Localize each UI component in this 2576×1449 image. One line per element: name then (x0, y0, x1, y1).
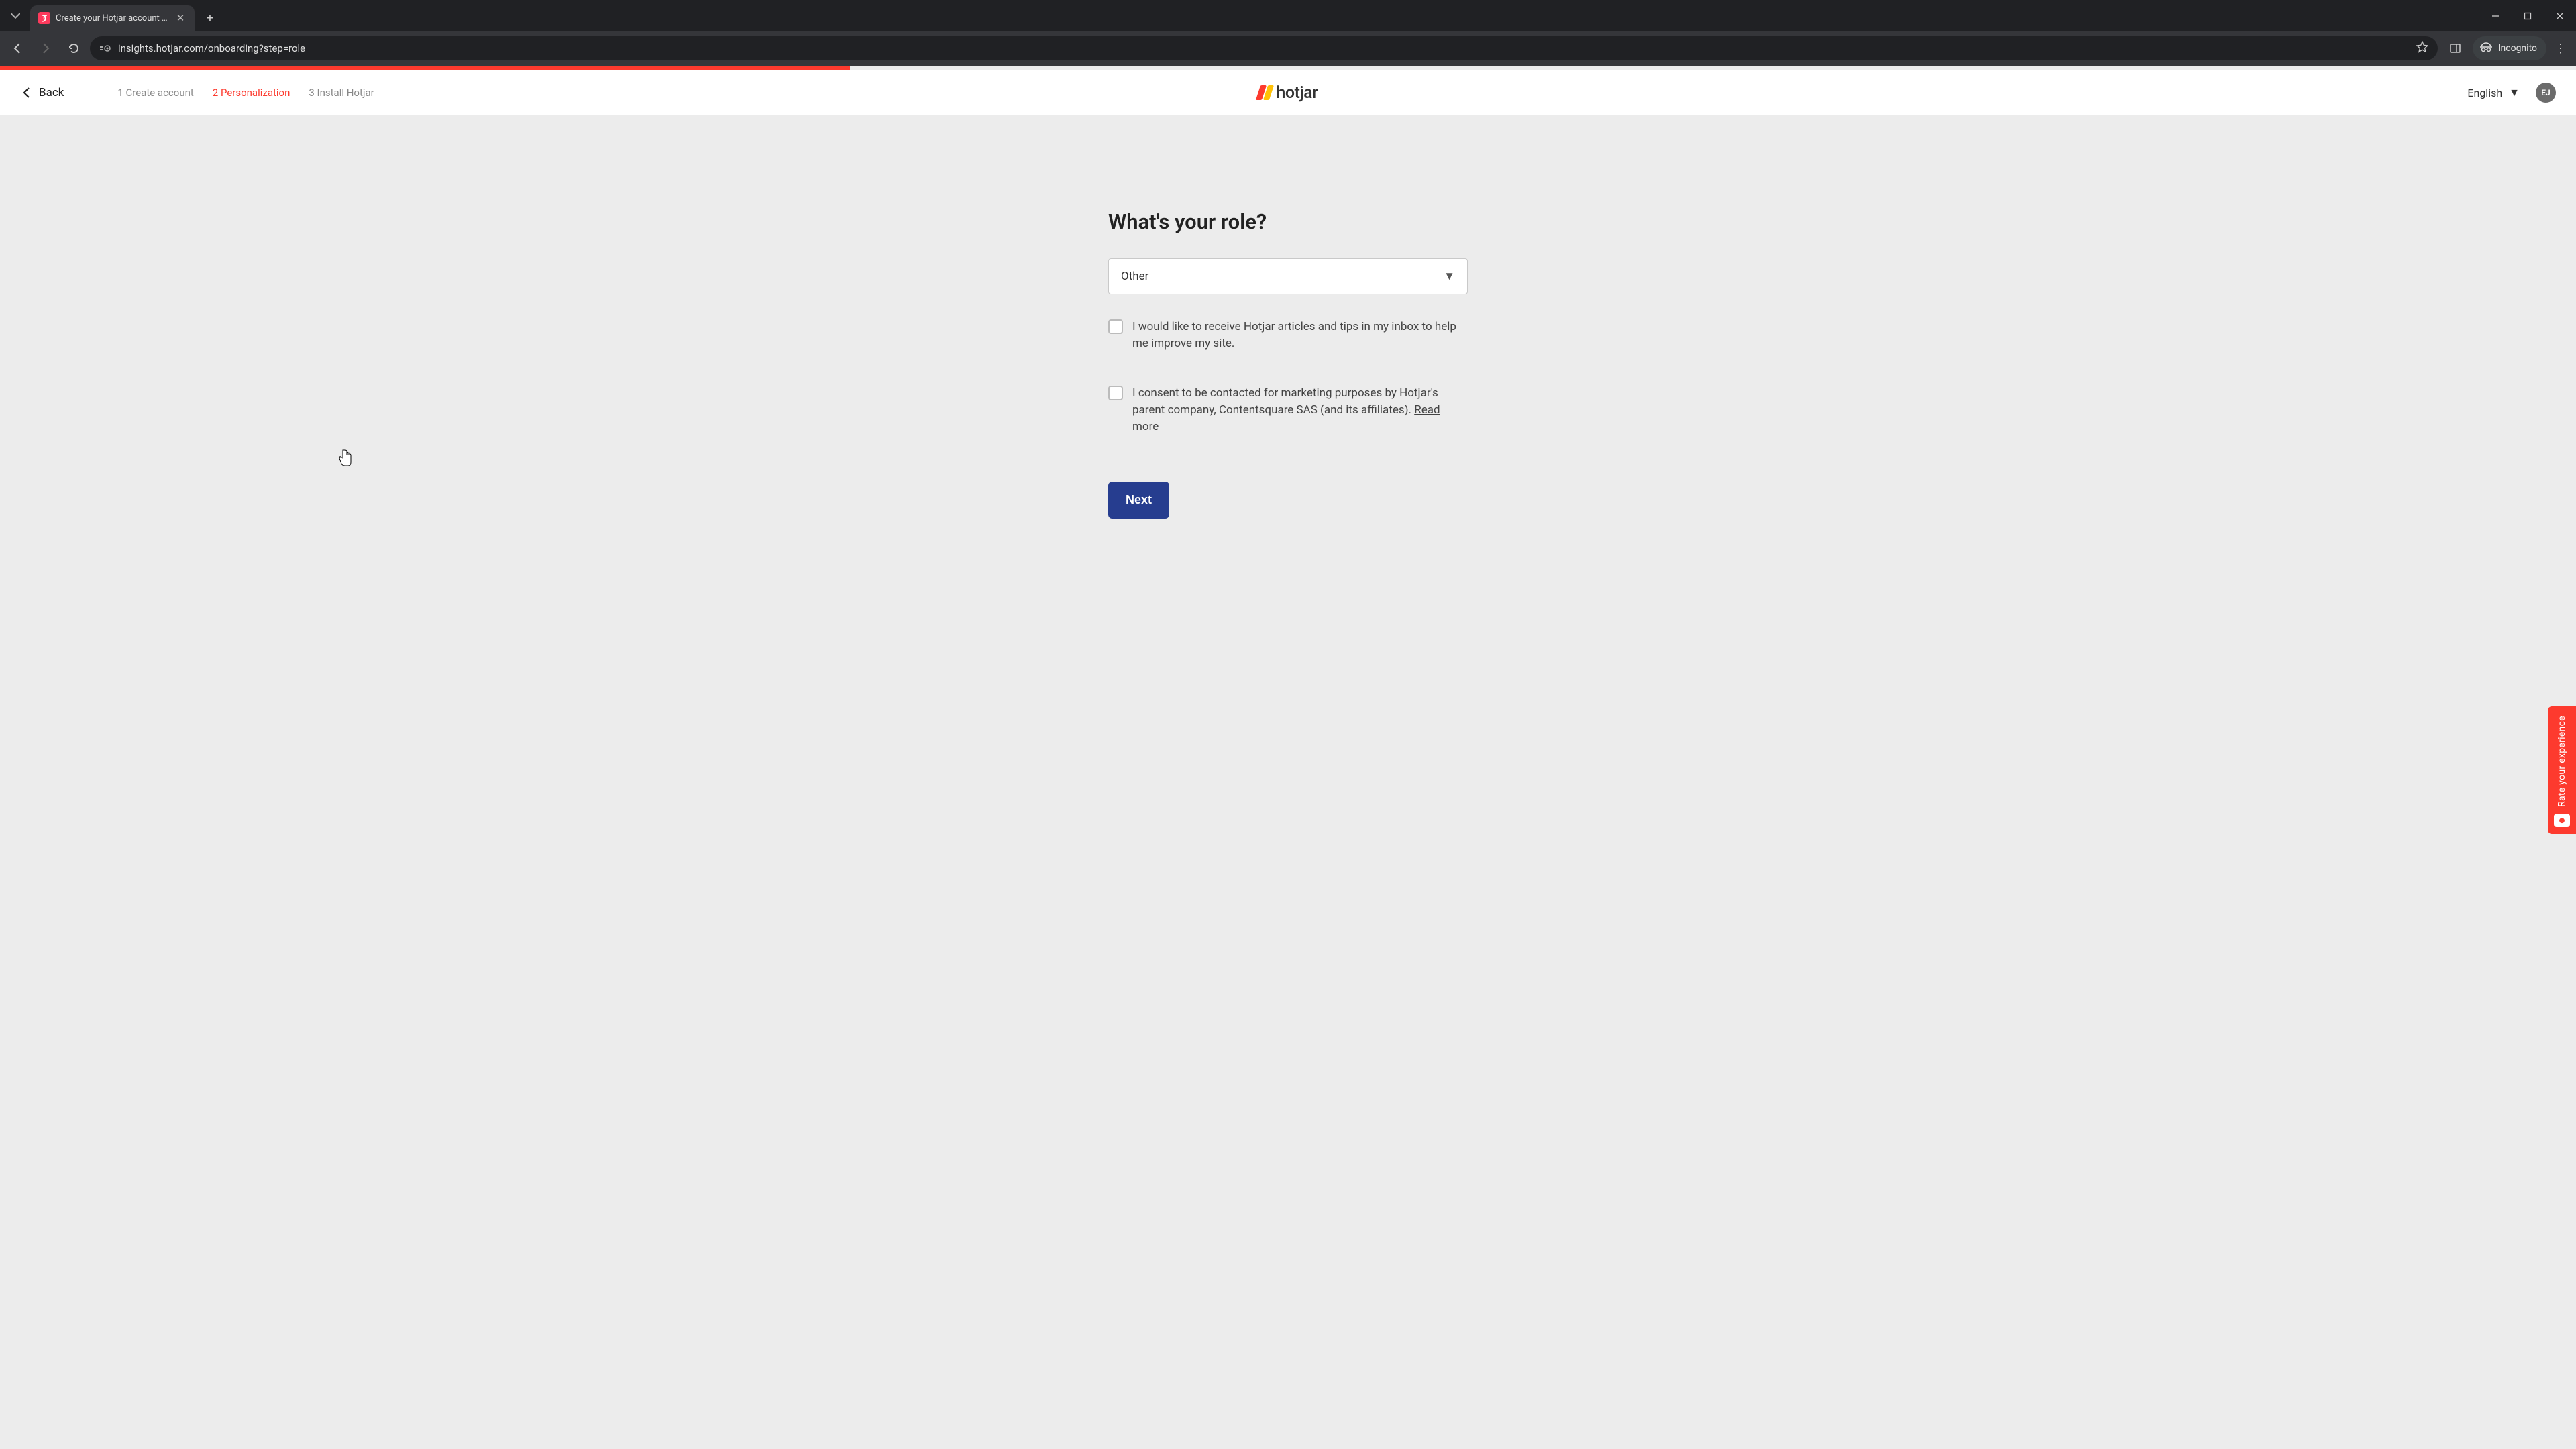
progress-bar (0, 66, 2576, 70)
incognito-indicator[interactable]: Incognito (2473, 36, 2546, 60)
chevron-down-icon: ▼ (2509, 86, 2520, 99)
minimize-icon[interactable] (2479, 1, 2512, 31)
step-create-account: 1 Create account (117, 87, 193, 99)
marketing-consent-label: I consent to be contacted for marketing … (1132, 385, 1468, 435)
browser-menu-icon[interactable]: ⋮ (2551, 42, 2571, 56)
browser-tab[interactable]: Create your Hotjar account - Ho ✕ (30, 5, 195, 31)
url-text: insights.hotjar.com/onboarding?step=role (118, 42, 2410, 54)
progress-fill (0, 66, 850, 70)
role-select-value: Other (1121, 270, 1148, 283)
incognito-icon (2479, 42, 2493, 55)
hotjar-logo-text: hotjar (1277, 83, 1318, 103)
step-personalization: 2 Personalization (213, 87, 290, 99)
hotjar-logo: hotjar (1258, 83, 1318, 103)
bookmark-star-icon[interactable] (2416, 41, 2428, 56)
newsletter-checkbox[interactable] (1108, 319, 1123, 334)
newsletter-checkbox-row: I would like to receive Hotjar articles … (1108, 319, 1468, 352)
address-bar[interactable]: insights.hotjar.com/onboarding?step=role (90, 36, 2438, 60)
hotjar-logo-mark-icon (1258, 85, 1272, 100)
feedback-label: Rate your experience (2557, 716, 2567, 807)
page: Back 1 Create account 2 Personalization … (0, 66, 2576, 1449)
language-selector[interactable]: English ▼ (2467, 86, 2520, 99)
tab-title: Create your Hotjar account - Ho (56, 13, 169, 23)
user-avatar[interactable]: EJ (2536, 83, 2556, 103)
step-install-hotjar: 3 Install Hotjar (309, 87, 374, 99)
chevron-down-icon: ▼ (1444, 270, 1455, 283)
tab-search-dropdown[interactable] (0, 1, 30, 31)
browser-toolbar: insights.hotjar.com/onboarding?step=role… (0, 31, 2576, 66)
language-label: English (2467, 87, 2502, 99)
site-info-icon[interactable] (99, 43, 111, 54)
page-heading: What's your role? (1108, 209, 1468, 234)
back-button[interactable]: Back (20, 86, 64, 99)
reload-icon[interactable] (62, 36, 86, 60)
chevron-left-icon (20, 86, 34, 99)
nav-back-icon[interactable] (5, 36, 30, 60)
new-tab-button[interactable]: + (200, 8, 220, 28)
role-select[interactable]: Other ▼ (1108, 258, 1468, 294)
close-window-icon[interactable] (2544, 1, 2576, 31)
feedback-smiley-icon: ☻ (2554, 814, 2570, 827)
incognito-label: Incognito (2498, 43, 2537, 54)
nav-forward-icon (34, 36, 58, 60)
hotjar-favicon-icon (38, 12, 50, 24)
onboarding-steps: 1 Create account 2 Personalization 3 Ins… (117, 87, 374, 99)
marketing-consent-checkbox[interactable] (1108, 386, 1123, 400)
window-controls (2479, 1, 2576, 31)
cursor-pointer-icon (339, 449, 352, 466)
form-content: What's your role? Other ▼ I would like t… (1108, 115, 1468, 519)
app-header: Back 1 Create account 2 Personalization … (0, 70, 2576, 115)
marketing-consent-text: I consent to be contacted for marketing … (1132, 386, 1438, 417)
feedback-tab[interactable]: Rate your experience ☻ (2548, 706, 2576, 834)
side-panel-icon[interactable] (2442, 36, 2469, 60)
marketing-consent-row: I consent to be contacted for marketing … (1108, 385, 1468, 435)
next-button[interactable]: Next (1108, 482, 1169, 519)
maximize-icon[interactable] (2512, 1, 2544, 31)
newsletter-label: I would like to receive Hotjar articles … (1132, 319, 1468, 352)
back-label: Back (39, 86, 64, 99)
close-tab-icon[interactable]: ✕ (174, 12, 186, 24)
browser-tab-strip: Create your Hotjar account - Ho ✕ + (0, 0, 2576, 31)
